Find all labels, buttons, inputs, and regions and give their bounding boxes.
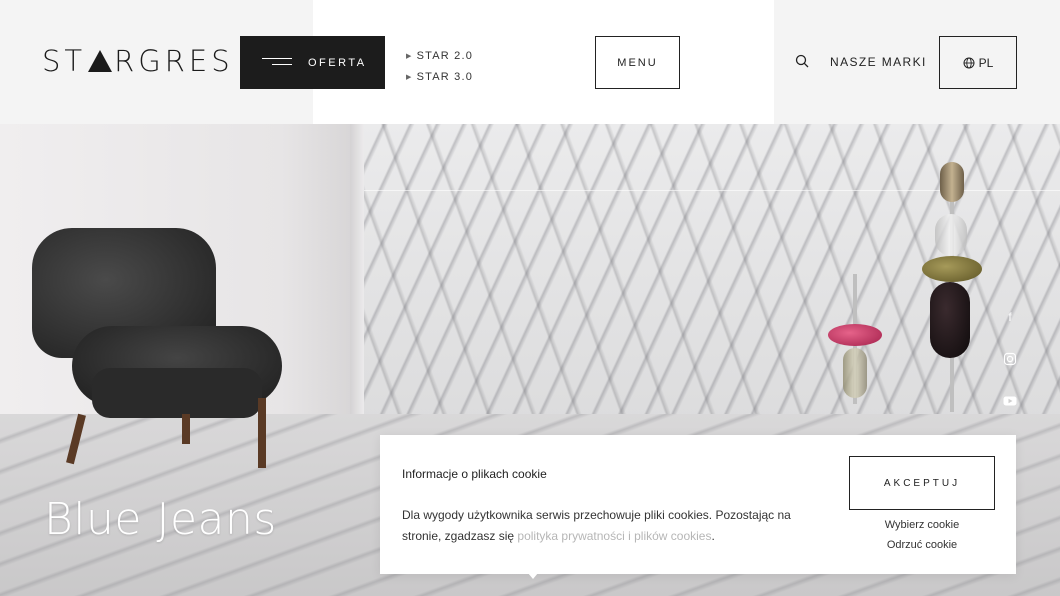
globe-icon <box>963 57 975 68</box>
cookie-title: Informacje o plikach cookie <box>402 467 547 481</box>
menu-label: MENU <box>617 56 658 69</box>
site-header: ST RGRES OFERTA ▶ STAR 2.0 ▶ STAR 3.0 MEN… <box>0 0 1060 124</box>
facebook-icon[interactable]: f <box>1001 310 1019 324</box>
choose-cookies-link[interactable]: Wybierz cookie <box>849 519 995 531</box>
lamp-amber-glass <box>940 162 964 202</box>
lamp-olive-shade <box>922 256 982 282</box>
oferta-button[interactable]: OFERTA <box>240 36 385 89</box>
lamp-clear-glass <box>935 214 967 256</box>
hero-pillar <box>350 124 364 424</box>
cookie-banner: Informacje o plikach cookie Dla wygody u… <box>380 435 1016 579</box>
accept-cookies-button[interactable]: AKCEPTUJ <box>849 456 995 510</box>
chair-leg <box>182 414 190 444</box>
cookie-caret <box>528 573 538 579</box>
hero-title: Blue Jeans <box>44 494 277 545</box>
cookie-message-end: . <box>711 529 715 543</box>
oferta-label: OFERTA <box>308 56 367 69</box>
armchair-image <box>32 228 292 468</box>
lamp-glass <box>843 348 867 398</box>
privacy-policy-link[interactable]: polityka prywatności i plików cookies <box>517 529 711 543</box>
menu-button[interactable]: MENU <box>595 36 680 89</box>
reject-cookies-link[interactable]: Odrzuć cookie <box>849 539 995 551</box>
chair-leg <box>258 398 266 468</box>
search-icon[interactable] <box>795 54 809 68</box>
hamburger-icon <box>262 58 292 67</box>
chair-leg <box>66 413 86 465</box>
nasze-marki-link[interactable]: NASZE MARKI <box>830 55 927 69</box>
play-arrow-icon: ▶ <box>406 73 413 81</box>
lamp-black-glass <box>930 282 970 358</box>
star-link-label: STAR 2.0 <box>416 49 474 62</box>
star-link-3[interactable]: ▶ STAR 3.0 <box>406 66 473 87</box>
accept-label: AKCEPTUJ <box>883 477 961 489</box>
chair-seat <box>92 368 262 418</box>
star-link-label: STAR 3.0 <box>416 70 474 83</box>
logo-text: ST RGRES <box>42 44 234 78</box>
star-links: ▶ STAR 2.0 ▶ STAR 3.0 <box>406 45 473 87</box>
language-label: PL <box>978 55 994 70</box>
language-button[interactable]: PL <box>939 36 1017 89</box>
play-arrow-icon: ▶ <box>406 52 413 60</box>
instagram-icon[interactable] <box>1001 352 1019 366</box>
stargres-logo[interactable]: ST RGRES <box>42 44 234 78</box>
lamp-pink-shade <box>828 324 882 346</box>
logo-triangle-icon <box>88 50 113 72</box>
cookie-text: Dla wygody użytkownika serwis przechowuj… <box>402 505 812 547</box>
youtube-icon[interactable] <box>1001 396 1019 406</box>
star-link-2[interactable]: ▶ STAR 2.0 <box>406 45 473 66</box>
